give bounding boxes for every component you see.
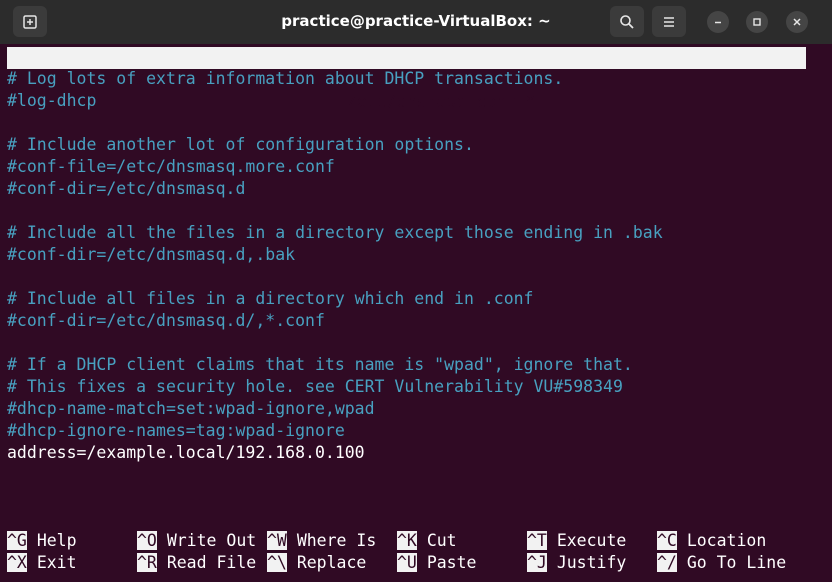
shortcut-gap (27, 553, 37, 572)
terminal-window: practice@practice-VirtualBox: ~ GNU nano… (0, 0, 832, 582)
shortcut-item[interactable]: ^G Help (7, 530, 77, 552)
nano-header-bar: GNU nano 7.2 /etc/dnsmasq.conf * (7, 47, 806, 111)
shortcut-label: Cut (426, 531, 457, 550)
shortcut-label: Justify (556, 553, 627, 572)
shortcut-key: ^R (137, 553, 157, 572)
shortcut-gap (677, 531, 687, 550)
shortcut-item[interactable]: ^/ Go To Line (657, 552, 786, 574)
shortcut-key: ^U (397, 553, 417, 572)
shortcut-item[interactable]: ^C Location (657, 530, 766, 552)
shortcut-gap (287, 553, 297, 572)
editor-line[interactable]: # Include all files in a directory which… (7, 288, 534, 310)
shortcut-label: Paste (426, 553, 477, 572)
terminal-area[interactable]: GNU nano 7.2 /etc/dnsmasq.conf * # Log l… (0, 44, 832, 582)
shortcut-key: ^T (527, 531, 547, 550)
shortcut-gap (677, 553, 687, 572)
minimize-button[interactable] (707, 11, 729, 33)
shortcut-gap (547, 553, 557, 572)
shortcut-item[interactable]: ^K Cut (397, 530, 457, 552)
shortcut-item[interactable]: ^\ Replace (267, 552, 366, 574)
editor-line[interactable]: # Include all the files in a directory e… (7, 222, 663, 244)
search-button[interactable] (610, 6, 644, 37)
shortcut-key: ^G (7, 531, 27, 550)
shortcut-gap (417, 531, 427, 550)
shortcut-label: Replace (296, 553, 367, 572)
shortcut-label: Exit (36, 553, 77, 572)
shortcut-key: ^O (137, 531, 157, 550)
shortcut-item[interactable]: ^R Read File (137, 552, 256, 574)
close-icon (793, 18, 801, 26)
maximize-button[interactable] (746, 11, 768, 33)
hamburger-menu-icon (664, 16, 674, 27)
shortcut-item[interactable]: ^O Write Out (137, 530, 256, 552)
shortcut-gap (157, 531, 167, 550)
editor-line[interactable]: #dhcp-ignore-names=tag:wpad-ignore (7, 420, 345, 442)
close-button[interactable] (786, 11, 808, 33)
shortcut-key: ^W (267, 531, 287, 550)
title-bar[interactable]: practice@practice-VirtualBox: ~ (0, 0, 832, 44)
shortcut-key: ^C (657, 531, 677, 550)
editor-line[interactable]: #conf-file=/etc/dnsmasq.more.conf (7, 156, 335, 178)
shortcut-item[interactable]: ^T Execute (527, 530, 626, 552)
editor-line[interactable]: # If a DHCP client claims that its name … (7, 354, 633, 376)
editor-line[interactable]: address=/example.local/192.168.0.100 (7, 442, 365, 464)
shortcut-label: Read File (166, 553, 257, 572)
shortcut-key: ^X (7, 553, 27, 572)
editor-line[interactable]: #log-dhcp (7, 90, 96, 112)
shortcut-item[interactable]: ^J Justify (527, 552, 626, 574)
shortcut-item[interactable]: ^W Where Is (267, 530, 376, 552)
shortcut-label: Go To Line (686, 553, 787, 572)
editor-line[interactable]: #dhcp-name-match=set:wpad-ignore,wpad (7, 398, 375, 420)
editor-line[interactable]: #conf-dir=/etc/dnsmasq.d,.bak (7, 244, 295, 266)
shortcut-gap (287, 531, 297, 550)
maximize-icon (753, 18, 761, 26)
shortcut-gap (417, 553, 427, 572)
shortcut-key: ^J (527, 553, 547, 572)
editor-line[interactable]: #conf-dir=/etc/dnsmasq.d/,*.conf (7, 310, 325, 332)
shortcut-gap (157, 553, 167, 572)
minimize-icon (715, 21, 721, 24)
shortcut-gap (547, 531, 557, 550)
shortcut-gap (27, 531, 37, 550)
editor-line[interactable]: #conf-dir=/etc/dnsmasq.d (7, 178, 245, 200)
editor-line[interactable]: # Include another lot of configuration o… (7, 134, 474, 156)
shortcut-item[interactable]: ^U Paste (397, 552, 476, 574)
shortcut-key: ^\ (267, 553, 287, 572)
shortcut-item[interactable]: ^X Exit (7, 552, 77, 574)
editor-line[interactable]: # Log lots of extra information about DH… (7, 68, 563, 90)
shortcut-label: Where Is (296, 531, 377, 550)
shortcut-label: Execute (556, 531, 627, 550)
shortcut-label: Write Out (166, 531, 257, 550)
shortcut-key: ^K (397, 531, 417, 550)
shortcut-key: ^/ (657, 553, 677, 572)
menu-button[interactable] (652, 6, 686, 37)
editor-line[interactable]: # This fixes a security hole. see CERT V… (7, 376, 623, 398)
file-name: /etc/dnsmasq.conf * (347, 92, 536, 111)
search-icon (620, 14, 634, 29)
shortcut-label: Location (686, 531, 767, 550)
shortcut-label: Help (36, 531, 77, 550)
